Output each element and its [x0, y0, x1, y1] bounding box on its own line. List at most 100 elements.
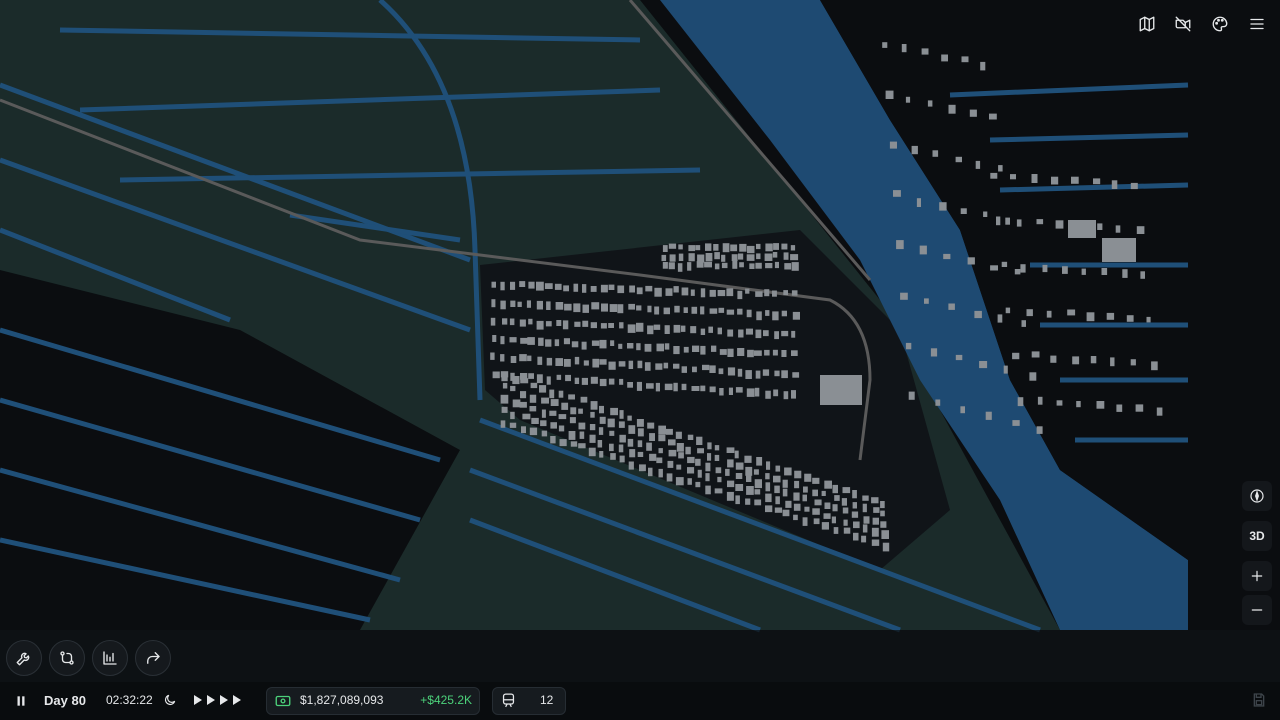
game-map[interactable] — [0, 0, 1280, 720]
house — [921, 48, 929, 55]
house — [774, 261, 779, 269]
compass-button[interactable] — [1242, 481, 1272, 511]
house — [737, 308, 743, 315]
house — [705, 462, 711, 472]
menu-icon — [1250, 18, 1264, 30]
house — [790, 245, 796, 251]
house — [714, 488, 723, 494]
view-3d-button[interactable]: 3D — [1242, 521, 1272, 551]
house — [549, 389, 555, 399]
house — [1029, 372, 1037, 381]
house — [675, 431, 682, 439]
house — [924, 298, 929, 304]
house — [714, 263, 720, 270]
house — [791, 330, 796, 338]
house — [619, 455, 625, 463]
build-tool-button[interactable] — [6, 640, 42, 676]
house — [501, 406, 508, 413]
house — [591, 302, 600, 310]
house — [782, 509, 790, 517]
house — [563, 285, 569, 292]
house — [1056, 400, 1063, 406]
house — [527, 355, 532, 362]
house — [885, 90, 894, 99]
house — [537, 356, 543, 365]
house — [628, 461, 634, 470]
house — [636, 287, 643, 295]
house — [792, 311, 800, 320]
house — [974, 310, 982, 319]
finance-panel[interactable]: $1,827,089,093 +$425.2K — [266, 687, 480, 715]
map-button[interactable] — [1132, 9, 1162, 39]
house — [773, 389, 779, 397]
house — [948, 303, 955, 310]
house — [610, 340, 615, 346]
house — [871, 539, 880, 546]
house — [558, 390, 564, 398]
house — [627, 324, 636, 333]
share-tool-button[interactable] — [135, 640, 171, 676]
house — [781, 310, 787, 317]
house — [578, 422, 586, 430]
house — [764, 349, 770, 356]
house — [726, 309, 735, 315]
house — [765, 310, 770, 316]
house — [1036, 219, 1044, 225]
save-button[interactable] — [1251, 692, 1267, 708]
house — [967, 257, 975, 265]
house — [911, 145, 918, 155]
house — [688, 253, 695, 262]
house — [737, 290, 743, 300]
house — [842, 507, 849, 514]
house — [932, 150, 939, 157]
house — [919, 245, 927, 255]
house — [833, 527, 839, 534]
house — [717, 290, 726, 297]
zoom-in-button[interactable] — [1242, 561, 1272, 591]
house — [545, 321, 552, 327]
house — [582, 320, 589, 327]
house — [700, 328, 706, 335]
house — [654, 287, 662, 297]
camera-toggle-button[interactable] — [1168, 9, 1198, 39]
menu-button[interactable] — [1242, 9, 1272, 39]
theme-button[interactable] — [1205, 9, 1235, 39]
house — [692, 345, 700, 352]
speed-button[interactable] — [190, 691, 246, 709]
routes-tool-button[interactable] — [49, 640, 85, 676]
house — [590, 322, 597, 329]
house — [745, 288, 750, 294]
house — [696, 261, 704, 268]
house — [943, 253, 951, 260]
house — [607, 418, 615, 428]
house — [794, 470, 802, 479]
house — [927, 100, 933, 107]
house — [871, 497, 879, 504]
house — [766, 461, 771, 470]
chart-icon — [103, 651, 117, 665]
stats-tool-button[interactable] — [92, 640, 128, 676]
house — [563, 338, 570, 345]
house — [544, 283, 553, 289]
house — [599, 451, 604, 458]
house — [1010, 174, 1016, 180]
house — [1093, 178, 1101, 185]
house — [843, 527, 851, 534]
house — [695, 245, 701, 251]
house — [697, 469, 702, 478]
zoom-out-button[interactable] — [1242, 595, 1272, 625]
house — [509, 422, 517, 428]
house — [722, 243, 730, 253]
house — [521, 426, 526, 434]
house — [676, 443, 684, 452]
house — [688, 245, 696, 252]
trains-panel[interactable]: 12 — [492, 687, 566, 715]
house — [754, 387, 760, 397]
house — [580, 396, 588, 403]
house — [749, 263, 755, 269]
pause-button[interactable] — [10, 690, 32, 712]
house — [737, 368, 743, 377]
house — [905, 96, 911, 103]
house — [726, 447, 735, 453]
house — [893, 190, 901, 197]
